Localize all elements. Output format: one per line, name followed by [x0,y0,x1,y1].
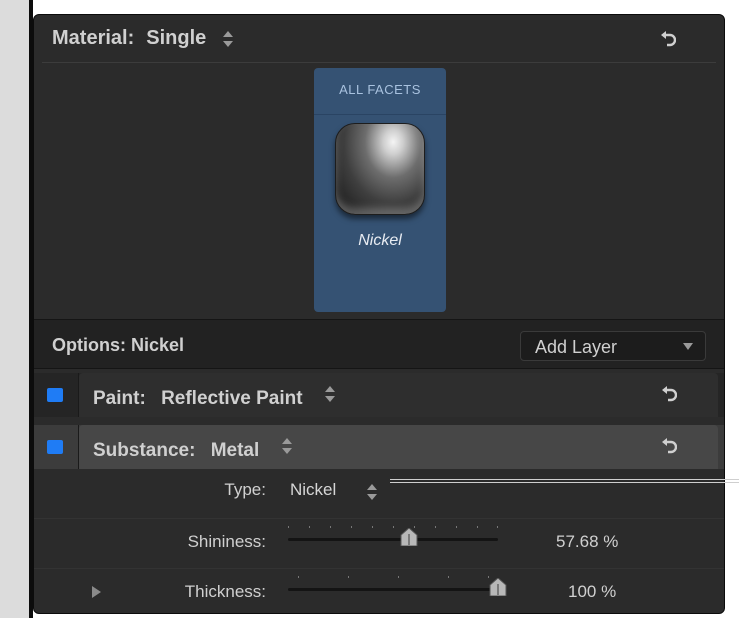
thickness-ticks [288,576,498,580]
shininess-slider-thumb[interactable] [400,527,418,547]
layer-substance: Substance: Metal [34,425,724,469]
add-layer-label: Add Layer [535,337,618,357]
material-inspector-panel: Material: Single ALL FACETS Nickel Optio… [33,14,725,614]
facet-title: ALL FACETS [339,82,421,97]
layer-paint-checkbox[interactable] [47,388,63,402]
material-label: Material: [52,27,135,49]
material-swatch[interactable] [335,123,425,215]
callout-line [390,479,739,484]
shininess-label: Shininess: [187,532,266,551]
thickness-label: Thickness: [184,582,266,601]
param-row-type: Type: Nickel [34,469,724,517]
thickness-value[interactable]: 100 % [568,582,616,602]
material-reset-icon[interactable] [660,31,677,49]
layer-paint-value[interactable]: Reflective Paint [161,388,303,409]
shininess-value[interactable]: 57.68 % [556,532,618,552]
header-divider [42,62,716,63]
thickness-slider[interactable] [288,576,507,597]
type-value[interactable]: Nickel [290,480,336,500]
layer-paint-key: Paint: [93,388,146,409]
options-bar: Options: Nickel Add Layer [34,319,724,369]
facet-divider [314,114,446,115]
chevron-down-icon [683,343,693,350]
layer-substance-checkbox[interactable] [47,440,63,454]
shininess-slider[interactable] [288,526,498,547]
options-label: Options: Nickel [52,335,185,355]
disclosure-triangle-icon[interactable] [92,586,101,598]
layer-substance-key: Substance: [93,440,196,461]
material-header: Material: Single [34,15,724,62]
param-row-thickness: Thickness: 100 % [34,568,724,613]
material-value[interactable]: Single [146,27,206,50]
facet-card[interactable]: ALL FACETS Nickel [314,68,446,312]
material-stepper-icon[interactable] [222,29,234,49]
facet-material-name: Nickel [358,232,402,249]
param-row-shininess: Shininess: 57.68 % [34,518,724,566]
thickness-slider-thumb[interactable] [489,577,507,597]
layer-paint: Paint: Reflective Paint [34,373,724,417]
type-stepper-icon[interactable] [366,482,378,502]
layer-substance-header[interactable]: Substance: Metal [79,425,718,469]
layer-paint-reset-icon[interactable] [661,386,678,404]
layer-substance-reset-icon[interactable] [661,438,678,456]
layer-paint-header[interactable]: Paint: Reflective Paint [79,373,718,417]
layer-substance-stepper-icon[interactable] [281,436,293,456]
type-label: Type: [224,480,266,499]
shininess-ticks [288,526,498,530]
window-edge [0,0,33,618]
layer-paint-stepper-icon[interactable] [324,384,336,404]
add-layer-popup[interactable]: Add Layer [520,331,706,361]
layer-substance-value[interactable]: Metal [211,440,260,461]
